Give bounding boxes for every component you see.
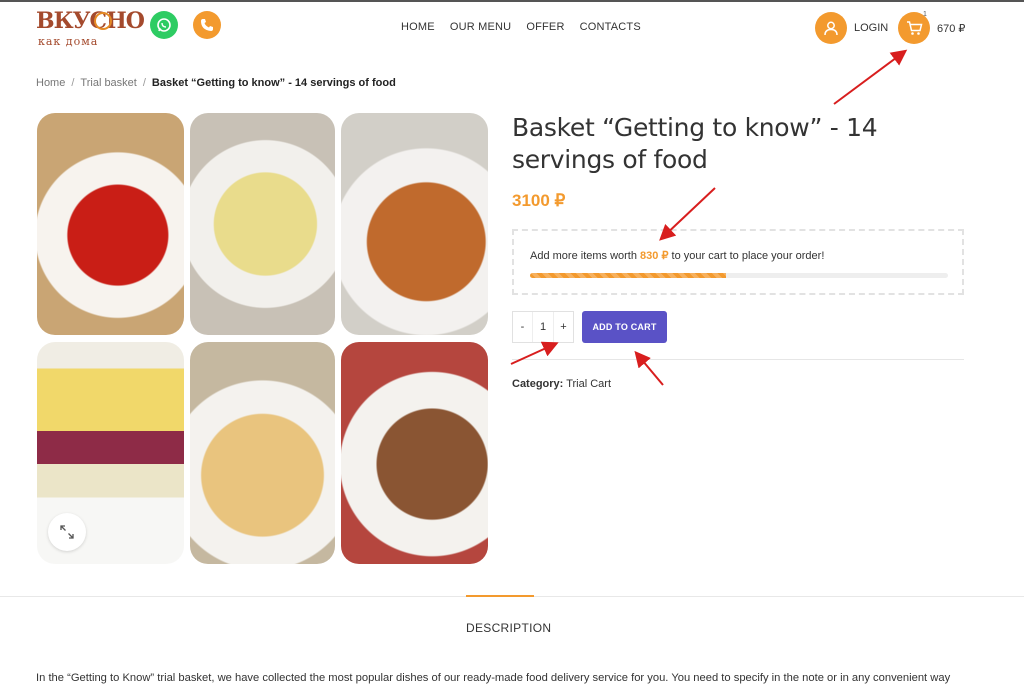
quantity-decrease-button[interactable]: - [513,312,532,342]
logo-pot-icon [94,12,112,30]
nav-contacts[interactable]: CONTACTS [580,21,641,33]
add-to-cart-button[interactable]: ADD TO CART [582,311,667,343]
cart-icon [906,21,922,35]
gallery-image-meat-patties[interactable] [341,342,488,564]
cart-count-badge: 1 [923,11,927,18]
gallery-image-cutlets[interactable] [190,342,335,564]
tab-description[interactable]: DESCRIPTION [466,621,551,635]
breadcrumb-trial-basket[interactable]: Trial basket [80,77,136,89]
whatsapp-icon [157,18,171,32]
product-meta-divider [512,359,964,360]
quantity-stepper: - 1 + [512,311,574,343]
breadcrumb-home[interactable]: Home [36,77,65,89]
tab-active-indicator [466,595,534,597]
login-label[interactable]: LOGIN [854,22,888,34]
whatsapp-button[interactable] [150,11,178,39]
notice-text-after: to your cart to place your order! [668,250,825,262]
gallery-zoom-button[interactable] [48,513,86,551]
notice-amount: 830 ₽ [640,250,669,262]
nav-our-menu[interactable]: OUR MENU [450,21,512,33]
site-logo[interactable]: ВКУСНО как дома [36,8,145,50]
nav-home[interactable]: HOME [401,21,435,33]
login-button[interactable] [815,12,847,44]
category-label: Category: [512,378,564,390]
user-icon [824,21,838,36]
logo-wordmark: ВКУСНО [36,8,145,34]
annotation-arrow-cart [833,49,908,105]
breadcrumb-separator: / [142,77,146,89]
gallery-image-potatoes[interactable] [190,113,335,335]
phone-icon [201,19,213,31]
notice-text-before: Add more items worth [530,250,641,262]
main-nav: HOME OUR MENU OFFER CONTACTS [401,21,656,33]
phone-button[interactable] [193,11,221,39]
order-progress-fill [530,273,727,278]
logo-tagline: как дома [38,35,99,48]
gallery-image-stew[interactable] [341,113,488,335]
notice-text: Add more items worth 830 ₽ to your cart … [530,249,824,262]
cart-total[interactable]: 670 ₽ [937,22,965,35]
nav-offer[interactable]: OFFER [526,21,564,33]
breadcrumb-current: Basket “Getting to know” - 14 servings o… [151,77,396,89]
quantity-increase-button[interactable]: + [554,312,573,342]
annotation-arrow-quantity [510,341,559,365]
category-link[interactable]: Trial Cart [566,378,611,390]
expand-icon [60,525,74,539]
gallery-image-borscht[interactable] [37,113,184,335]
breadcrumb: Home / Trial basket / Basket “Getting to… [36,77,396,89]
description-text: In the “Getting to Know” trial basket, w… [36,672,951,684]
min-order-notice: Add more items worth 830 ₽ to your cart … [512,229,964,295]
product-title: Basket “Getting to know” - 14 servings o… [512,113,878,174]
product-price: 3100 ₽ [512,191,566,210]
site-header: ВКУСНО как дома HOME OUR MENU OFFER CONT… [0,2,1024,54]
breadcrumb-separator: / [71,77,75,89]
order-progress-bar [530,273,948,278]
quantity-input[interactable]: 1 [532,312,554,342]
product-category: Category: Trial Cart [512,378,611,390]
